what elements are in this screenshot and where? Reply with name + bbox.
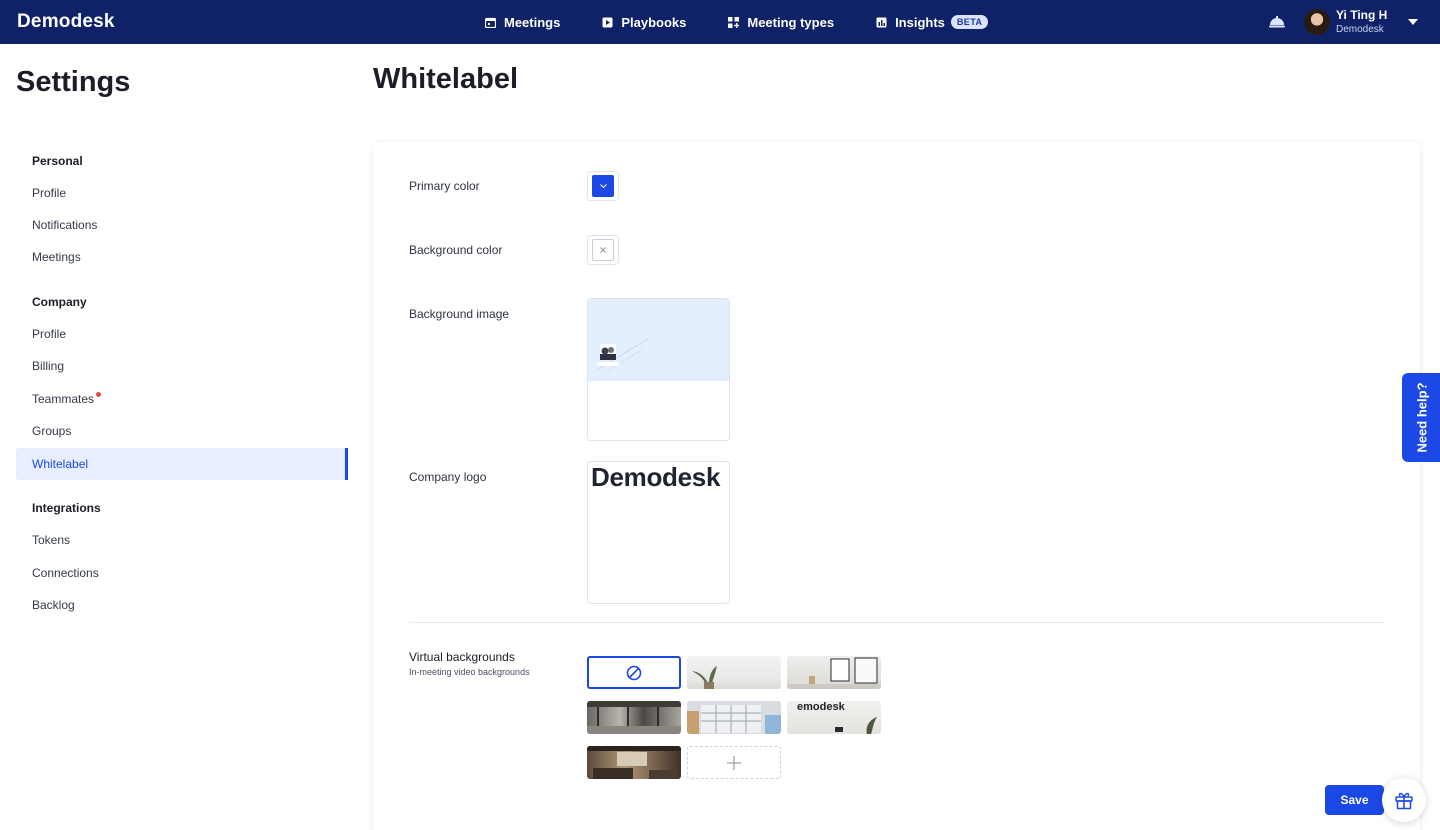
service-bell-icon[interactable] [1268,13,1286,29]
gift-button[interactable] [1382,778,1426,822]
sidebar-item-label: Profile [32,186,67,200]
sidebar-item-company-profile[interactable]: Profile [16,318,348,350]
sidebar-group-integrations: Integrations [32,501,101,515]
sidebar-item-backlog[interactable]: Backlog [16,589,348,621]
sidebar-item-whitelabel[interactable]: Whitelabel [16,448,348,480]
chart-icon [876,17,887,27]
frames-thumbnail [787,657,881,689]
sidebar-item-groups[interactable]: Groups [16,415,348,447]
virtual-background-lounge[interactable] [587,746,681,779]
sidebar-item-label: Meetings [32,250,81,264]
nav-item-meeting-types[interactable]: Meeting types [728,15,834,30]
main-nav: Meetings Playbooks Meeting types Insight… [485,0,1030,44]
nav-item-label: Playbooks [621,14,687,30]
virtual-background-office-hall[interactable] [587,701,681,734]
save-button[interactable]: Save [1325,785,1384,815]
company-logo-label: Company logo [409,470,487,484]
company-logo-upload[interactable]: Demodesk [587,461,730,604]
office-hall-thumbnail [587,701,681,734]
sign-wall-thumbnail: emodesk [797,701,877,734]
virtual-backgrounds-subtitle: In-meeting video backgrounds [409,667,530,677]
company-logo-preview: Demodesk [591,462,721,492]
no-background-icon [626,665,642,680]
nav-item-meetings[interactable]: Meetings [485,15,560,30]
beta-badge: BETA [950,15,989,29]
background-preview-illustration [597,338,649,372]
shelves-thumbnail [687,705,781,734]
primary-color-swatch [592,175,614,197]
virtual-background-frames[interactable] [787,656,881,689]
sidebar-item-tokens[interactable]: Tokens [16,524,348,556]
nav-item-insights[interactable]: Insights BETA [876,14,989,30]
user-org: Demodesk [1336,24,1384,35]
background-image-preview [588,299,729,381]
virtual-background-plant[interactable] [687,656,781,689]
virtual-background-sign-wall[interactable]: emodesk [787,701,881,734]
sidebar-item-label: Connections [32,566,99,580]
nav-item-label: Meetings [504,14,561,30]
playbook-icon [602,17,613,27]
close-icon [600,247,606,253]
notification-dot [96,391,102,397]
section-divider [409,622,1384,623]
virtual-background-shelves[interactable] [687,701,781,734]
nav-item-label: Insights [895,14,945,30]
plant-thumbnail [692,666,717,689]
lounge-thumbnail [587,746,681,779]
sidebar-group-company: Company [32,295,87,309]
sidebar-item-teammates[interactable]: Teammates [16,383,348,415]
primary-color-picker[interactable] [587,171,619,201]
sidebar-item-connections[interactable]: Connections [16,557,348,589]
sidebar-item-billing[interactable]: Billing [16,350,348,382]
nav-item-playbooks[interactable]: Playbooks [602,15,686,30]
svg-text:emodesk: emodesk [797,701,846,713]
background-image-label: Background image [409,307,510,321]
app-logo[interactable]: Demodesk [17,11,115,33]
page-title: Whitelabel [373,63,519,95]
sidebar-item-label: Whitelabel [32,457,89,471]
top-navigation-bar: Demodesk Meetings Playbooks Meeting type… [0,0,1440,44]
whitelabel-card [373,142,1420,830]
avatar[interactable] [1304,9,1330,35]
background-image-upload[interactable] [587,298,730,441]
sidebar-item-personal-profile[interactable]: Profile [16,177,348,209]
sidebar-item-notifications[interactable]: Notifications [16,209,348,241]
gift-icon [1395,792,1413,810]
sidebar-item-label: Teammates [32,392,95,406]
sidebar-item-label: Billing [32,359,65,373]
primary-color-label: Primary color [409,179,480,193]
need-help-label: Need help? [1414,382,1430,453]
virtual-background-none[interactable] [587,656,681,689]
sidebar-item-label: Groups [32,424,72,438]
user-menu-chevron-down-icon[interactable] [1408,19,1418,25]
chevron-down-icon [599,183,607,188]
grid-icon [728,16,740,28]
sidebar-item-label: Profile [32,327,67,341]
sidebar-item-label: Tokens [32,533,71,547]
user-name[interactable]: Yi Ting H [1336,8,1387,22]
background-color-picker[interactable] [587,235,619,265]
plus-icon [727,755,741,770]
virtual-backgrounds-title: Virtual backgrounds [409,650,515,664]
sidebar-item-label: Backlog [32,598,75,612]
sidebar-group-personal: Personal [32,154,83,168]
sidebar-item-label: Notifications [32,218,98,232]
sidebar-item-meetings[interactable]: Meetings [16,241,348,273]
need-help-tab[interactable]: Need help? [1402,373,1440,462]
calendar-icon [485,17,496,28]
background-color-label: Background color [409,243,503,257]
settings-title: Settings [16,66,131,98]
nav-item-label: Meeting types [747,14,835,30]
add-virtual-background-button[interactable] [687,746,781,779]
background-color-swatch [592,239,614,261]
